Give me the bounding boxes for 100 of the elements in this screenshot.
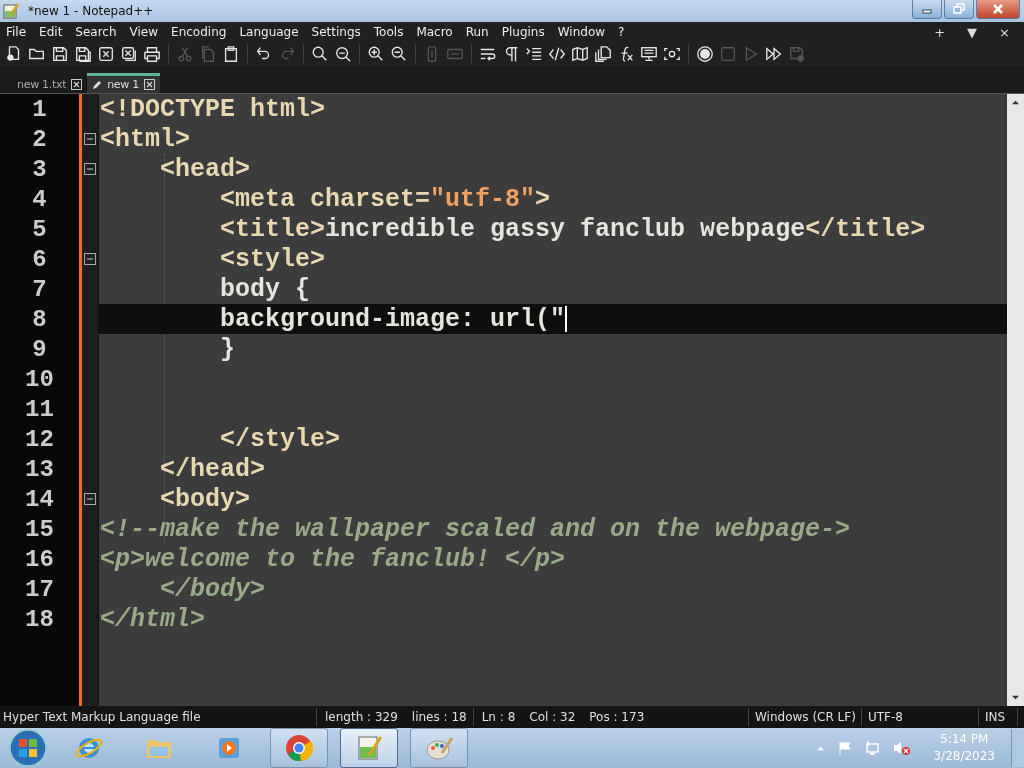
restore-button[interactable] [944,0,974,19]
replace-icon[interactable] [334,45,352,63]
zoom-out-icon[interactable] [390,45,408,63]
documents-icon[interactable] [594,45,612,63]
close-tab-icon[interactable] [71,78,83,90]
code-line: </html> [100,604,206,634]
code-line: </style> [220,424,341,454]
menu-item[interactable]: Search [75,25,117,39]
indent-guide-icon[interactable] [525,45,543,63]
status-text: Hyper Text Markup Language file [3,710,202,724]
minimize-button[interactable] [912,0,942,19]
line-number: 1 [32,95,47,123]
monitor-icon[interactable] [640,45,658,63]
code-line: <body> [160,484,251,514]
menu-control[interactable]: ▼ [967,24,978,40]
chrome-browser-icon [284,733,314,763]
line-number: 7 [32,275,47,303]
code-line: <html> [100,124,190,154]
code-line: <head> [160,154,251,184]
line-number: 12 [25,425,54,453]
code-line: } [220,334,236,364]
code-line: </body> [160,574,266,604]
menu-item[interactable]: View [129,25,159,39]
menu-item[interactable]: File [6,25,27,39]
menu-item[interactable]: Edit [39,25,63,39]
status-text: Windows (CR LF) [755,710,855,724]
muted-speaker-icon[interactable] [893,740,912,756]
line-number: 9 [32,335,47,363]
menu-item[interactable]: Macro [416,25,453,39]
start-orb-icon[interactable] [8,728,48,768]
close-file-icon[interactable] [97,45,115,63]
menu-item[interactable]: Plugins [501,25,545,39]
zoom-in-icon[interactable] [367,45,385,63]
file-tab[interactable]: new 1.txt [12,75,88,93]
line-number: 11 [25,395,54,423]
code-line: <p>welcome to the fanclub! </p> [100,544,566,574]
line-number: 18 [25,605,54,633]
code-icon[interactable] [548,45,566,63]
line-number: 10 [25,365,54,393]
fast-forward-icon[interactable] [765,45,783,63]
menu-item[interactable]: Settings [311,25,361,39]
line-number: 15 [25,515,54,543]
menu-item[interactable]: Window [557,25,606,39]
code-line: <style> [220,244,326,274]
save-all-icon[interactable] [74,45,92,63]
line-number: 5 [32,215,47,243]
fold-minus-icon[interactable] [84,133,96,145]
line-number: 8 [32,305,47,333]
code-line: <!DOCTYPE html> [100,94,326,124]
line-number: 13 [25,455,54,483]
code-line: <!--make the wallpaper scaled and on the webpage-> [100,514,851,544]
record-icon[interactable] [696,45,714,63]
menu-item[interactable]: Language [239,25,299,39]
restore-icon [953,3,965,15]
printer-icon[interactable] [143,45,161,63]
close-tab-icon[interactable] [143,79,155,90]
status-text: lines : 18 [411,710,467,724]
scroll-down-icon[interactable] [1011,693,1020,702]
scroll-up-icon[interactable] [1011,98,1020,107]
window-title: *new 1 - Notepad++ [28,4,154,18]
status-text: Ln : 8 [481,710,516,724]
status-text: INS [985,710,1007,724]
code-line: body { [220,274,311,304]
code-line: <title>incredible gassy fanclub webpage</title> [220,214,926,244]
menu-item[interactable]: Run [465,25,489,39]
search-icon[interactable] [311,45,329,63]
paste-icon[interactable] [222,45,240,63]
menu-item[interactable]: ? [618,25,625,39]
status-text: UTF-8 [868,710,904,724]
line-number: 2 [32,125,47,153]
status-text: length : 329 [325,710,398,724]
menu-item[interactable]: Tools [373,25,404,39]
map-icon[interactable] [571,45,589,63]
file-tab[interactable]: new 1 [87,73,160,93]
vertical-scrollbar[interactable] [1007,94,1024,706]
taskbar-button[interactable] [340,728,398,768]
close-icon [992,3,1004,15]
save-icon[interactable] [51,45,69,63]
menu-item[interactable]: Encoding [171,25,227,39]
line-number: 3 [32,155,47,183]
line-number: 6 [32,245,47,273]
taskbar-button[interactable] [270,728,328,768]
close-all-icon[interactable] [120,45,138,63]
code-line: <meta charset="utf-8"> [220,184,551,214]
menu-control[interactable]: + [934,24,946,40]
focus-icon[interactable] [663,45,681,63]
line-number: 17 [25,575,54,603]
status-text: Pos : 173 [589,710,645,724]
close-button[interactable] [976,0,1020,19]
fold-minus-icon[interactable] [84,253,96,265]
code-line: </head> [160,454,266,484]
fold-minus-icon[interactable] [84,493,96,505]
line-number: 14 [25,485,54,513]
notepad-icon [2,2,20,20]
status-text: Col : 32 [529,710,576,724]
line-number: 16 [25,545,54,573]
fold-minus-icon[interactable] [84,163,96,175]
menu-control[interactable]: × [999,24,1010,40]
line-number: 4 [32,185,47,213]
pencil-icon [92,79,103,90]
